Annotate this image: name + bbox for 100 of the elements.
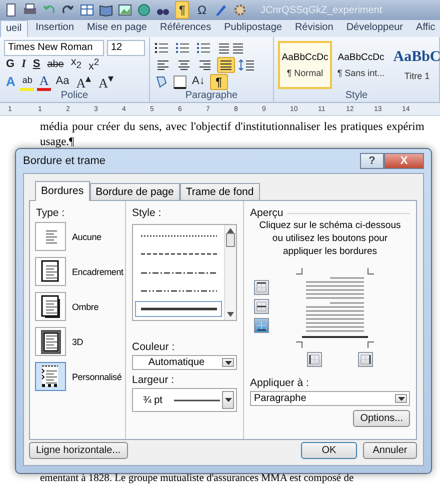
color-dropdown[interactable]: Automatique: [132, 355, 237, 370]
line-spacing-icon[interactable]: [238, 59, 256, 71]
3d-border-icon: [40, 330, 60, 354]
apply-to-label: Appliquer à :: [250, 377, 310, 389]
top-border-button[interactable]: [254, 280, 269, 295]
color-label: Couleur :: [132, 341, 176, 353]
middle-border-button[interactable]: [254, 299, 269, 314]
options-button[interactable]: Options...: [353, 410, 410, 427]
apply-to-dropdown[interactable]: Paragraphe: [250, 391, 410, 406]
book-icon[interactable]: [99, 3, 113, 17]
style-gallery-item[interactable]: AaBbCcDc ¶ Normal: [278, 41, 332, 89]
border-type-label: Personnalisé: [72, 372, 122, 382]
format-button[interactable]: ab: [20, 72, 34, 90]
font-size-field[interactable]: 12: [107, 40, 145, 56]
show-marks-button[interactable]: ¶: [175, 1, 190, 19]
ribbon-tab[interactable]: Révision: [290, 20, 338, 37]
symbol-button[interactable]: Ω: [194, 2, 210, 18]
ribbon-tab[interactable]: Insertion: [30, 20, 79, 37]
format-button[interactable]: G: [4, 57, 17, 72]
document-text: ementant à 1828. Le groupe mutualiste d'assurances MMA est composé de: [40, 474, 354, 484]
format-button[interactable]: A$^{▾}$: [96, 72, 116, 91]
ribbon-tab[interactable]: Publipostage: [219, 20, 287, 37]
style-sample: AaBbCcDc: [338, 52, 384, 63]
format-button[interactable]: x$^{2}$: [86, 54, 102, 74]
dialog-tab[interactable]: Trame de fond: [180, 183, 260, 200]
scroll-down-icon[interactable]: [227, 312, 234, 317]
line-style-item[interactable]: [135, 300, 222, 318]
style-sample: AaBbCcDc: [282, 52, 328, 63]
line-style-icon: [140, 252, 216, 256]
left-border-button[interactable]: [307, 352, 322, 367]
indent-icon[interactable]: [217, 42, 245, 54]
style-gallery-item[interactable]: AaBbCcDc ¶ Sans int...: [334, 41, 388, 89]
horizontal-line-button[interactable]: Ligne horizontale...: [29, 442, 128, 459]
help-button[interactable]: ?: [360, 153, 384, 169]
document-icon[interactable]: [4, 3, 18, 17]
border-type-label: Encadrement: [72, 266, 124, 276]
document-text: usage.¶: [40, 135, 74, 150]
format-button[interactable]: abe: [45, 57, 66, 72]
custom-border-icon: [40, 364, 60, 388]
table-icon[interactable]: [80, 3, 94, 17]
preview-label: Aperçu: [250, 207, 284, 219]
show-marks-button[interactable]: ¶: [210, 74, 228, 90]
type-label: Type :: [36, 207, 66, 219]
style-sample: AaBbC: [393, 49, 440, 66]
group-label: Style: [344, 90, 369, 102]
format-button[interactable]: x$_{2}$: [68, 55, 84, 74]
printer-icon[interactable]: [23, 3, 37, 17]
border-type-button[interactable]: [35, 327, 66, 356]
width-label: Largeur :: [132, 374, 176, 386]
dialog-tab[interactable]: Bordure de page: [90, 183, 180, 200]
width-dropdown[interactable]: ¾ pt: [132, 388, 237, 412]
line-width-sample-icon: [174, 398, 220, 402]
ribbon-tab[interactable]: Mise en page: [82, 20, 152, 37]
ribbon-tab[interactable]: Affic: [411, 20, 440, 37]
bottom-border-button[interactable]: [254, 318, 269, 333]
border-type-label: Aucune: [72, 232, 102, 242]
dialog-tab[interactable]: Bordures: [35, 181, 90, 201]
border-type-label: 3D: [72, 336, 84, 346]
shadow-border-icon: [40, 294, 60, 318]
format-button[interactable]: A: [37, 72, 51, 90]
format-button[interactable]: S: [30, 57, 42, 72]
scroll-thumb-icon[interactable]: [226, 233, 235, 247]
line-style-icon: [140, 270, 216, 274]
right-border-button[interactable]: [358, 352, 373, 367]
caret-icon[interactable]: [224, 398, 232, 402]
preview-hint: Cliquez sur le schéma ci-dessous: [258, 219, 402, 232]
preview-hint: ou utilisez les boutons pour: [271, 232, 389, 245]
ribbon-tab[interactable]: Développeur: [341, 20, 408, 37]
ribbon-tab[interactable]: ueil: [0, 20, 28, 37]
style-gallery-item[interactable]: AaBbC Titre 1: [390, 41, 440, 89]
ribbon-tab[interactable]: Références: [154, 20, 216, 37]
font-name-field[interactable]: Times New Roman: [4, 40, 104, 56]
line-style-list[interactable]: [132, 224, 237, 321]
line-style-icon: [140, 234, 216, 238]
border-type-button[interactable]: [35, 257, 66, 286]
line-style-icon: [140, 306, 216, 311]
dialog-title: Bordure et trame: [23, 155, 106, 167]
line-style-icon: [140, 288, 216, 293]
border-type-button[interactable]: [35, 292, 66, 321]
style-name: Titre 1: [404, 71, 430, 81]
image-icon[interactable]: [118, 3, 132, 17]
sort-button[interactable]: A↓: [190, 74, 207, 90]
pen-icon[interactable]: [214, 3, 228, 17]
format-button[interactable]: Aa: [54, 74, 72, 89]
format-button[interactable]: A$^{▴}$: [74, 72, 94, 91]
align-justify-button[interactable]: [217, 57, 235, 73]
format-button[interactable]: I: [20, 57, 28, 72]
group-label: Paragraphe: [184, 90, 239, 102]
gear-icon[interactable]: [233, 3, 248, 17]
caret-icon[interactable]: [398, 396, 404, 400]
preview-hint: appliquer les bordures: [282, 245, 378, 258]
border-type-button[interactable]: [35, 362, 66, 391]
window-title: JCnrQSSqGkZ_experiment: [260, 4, 382, 16]
caret-icon[interactable]: [224, 360, 232, 364]
document-text: média pour créer du sens, avec l'objectif d'institutionnaliser les pratiques expérim: [40, 120, 424, 135]
ok-button[interactable]: OK: [301, 442, 357, 459]
cancel-button[interactable]: Annuler: [363, 442, 417, 459]
border-type-label: Ombre: [72, 302, 99, 312]
style-name: ¶ Sans int...: [337, 68, 385, 78]
border-icon[interactable]: [173, 74, 187, 89]
